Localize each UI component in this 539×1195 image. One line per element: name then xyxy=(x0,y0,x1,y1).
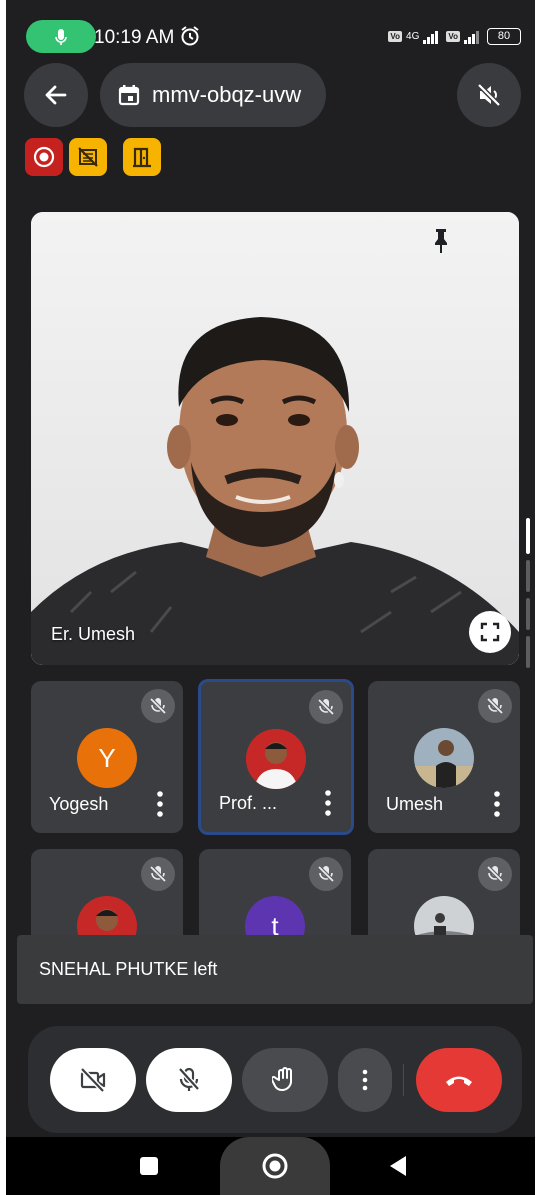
scroll-indicator xyxy=(526,598,530,630)
mic-muted-icon xyxy=(309,857,343,891)
speaker-off-icon xyxy=(477,83,501,107)
meeting-info-button[interactable]: mmv-obqz-uvw xyxy=(100,63,326,127)
more-vert-icon[interactable] xyxy=(157,791,163,817)
mic-muted-icon xyxy=(478,689,512,723)
profile-photo xyxy=(246,729,306,789)
more-options-button[interactable] xyxy=(338,1048,392,1112)
host-controls-badge[interactable] xyxy=(69,138,107,176)
hand-icon xyxy=(272,1067,293,1092)
home-button[interactable] xyxy=(220,1137,330,1195)
scroll-indicator xyxy=(526,636,530,668)
more-vert-icon[interactable] xyxy=(494,791,500,817)
more-vert-icon[interactable] xyxy=(325,790,331,816)
call-controls xyxy=(28,1026,522,1133)
clock-time: 10:19 AM xyxy=(94,27,175,48)
mic-muted-icon xyxy=(478,857,512,891)
video-off-icon xyxy=(80,1067,106,1093)
audio-output-button[interactable] xyxy=(457,63,521,127)
battery-icon: 80 xyxy=(487,28,521,45)
participant-tile[interactable]: Umesh xyxy=(368,681,520,833)
volte-icon: Vo xyxy=(388,31,403,42)
fullscreen-icon xyxy=(480,622,500,642)
recents-button[interactable] xyxy=(140,1157,158,1175)
signal-icon xyxy=(464,30,479,44)
end-call-button[interactable] xyxy=(416,1048,502,1112)
back-button[interactable] xyxy=(24,63,88,127)
mic-toggle-button[interactable] xyxy=(146,1048,232,1112)
participant-tile[interactable]: Y Yogesh xyxy=(31,681,183,833)
participant-name: Yogesh xyxy=(49,794,109,814)
toast-message: SNEHAL PHUTKE left xyxy=(39,959,218,979)
call-end-icon xyxy=(446,1076,472,1086)
video-off-icon xyxy=(78,147,98,167)
participant-video xyxy=(31,212,519,665)
mic-off-icon xyxy=(178,1067,200,1091)
main-video-tile[interactable]: Er. Umesh xyxy=(31,212,519,665)
system-status-icons: Vo 4G Vo 80 xyxy=(388,28,521,45)
network-type: 4G xyxy=(406,31,420,42)
participant-left-toast: SNEHAL PHUTKE left xyxy=(17,935,533,1004)
door-icon xyxy=(133,147,151,168)
record-icon xyxy=(33,146,55,168)
meeting-code: mmv-obqz-uvw xyxy=(152,82,302,107)
participant-name: Umesh xyxy=(386,794,444,814)
camera-toggle-button[interactable] xyxy=(50,1048,136,1112)
mic-in-use-indicator[interactable] xyxy=(26,20,96,53)
scroll-indicator xyxy=(526,560,530,592)
home-circle-icon xyxy=(262,1153,288,1179)
mic-muted-icon xyxy=(309,690,343,724)
mic-icon xyxy=(55,28,67,45)
profile-photo xyxy=(414,728,474,788)
mic-muted-icon xyxy=(141,689,175,723)
more-vert-icon xyxy=(362,1069,368,1091)
calendar-icon xyxy=(118,85,140,106)
avatar-initial: Y xyxy=(98,742,116,773)
participant-tile[interactable]: Prof. ... xyxy=(198,679,354,835)
scroll-indicator-active[interactable] xyxy=(526,518,530,554)
recording-badge[interactable] xyxy=(25,138,63,176)
divider xyxy=(403,1064,404,1096)
volte-icon: Vo xyxy=(446,31,460,42)
signal-icon xyxy=(423,30,439,44)
fullscreen-button[interactable] xyxy=(469,611,511,653)
avatar: Y xyxy=(77,728,137,788)
participant-name: Prof. ... xyxy=(219,793,278,813)
arrow-left-icon xyxy=(45,85,67,105)
status-bar: 10:19 AM Vo 4G Vo 80 xyxy=(6,20,535,56)
avatar xyxy=(414,728,474,788)
pin-icon[interactable] xyxy=(433,228,449,254)
raise-hand-button[interactable] xyxy=(242,1048,328,1112)
lobby-badge[interactable] xyxy=(123,138,161,176)
alarm-icon xyxy=(181,26,199,46)
meet-screen: 10:19 AM Vo 4G Vo 80 mmv-obqz-uvw Er. Um… xyxy=(6,0,535,1195)
back-triangle-icon[interactable] xyxy=(388,1155,408,1177)
participant-name: Er. Umesh xyxy=(51,624,136,644)
avatar xyxy=(246,729,306,789)
mic-muted-icon xyxy=(141,857,175,891)
android-nav-bar xyxy=(6,1137,535,1195)
